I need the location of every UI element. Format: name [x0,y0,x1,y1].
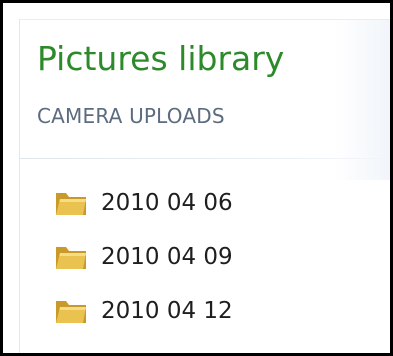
folder-icon [53,241,89,273]
folder-item[interactable]: 2010 04 09 [53,237,353,277]
header-fade [334,20,390,180]
folder-icon [53,187,89,219]
folder-name: 2010 04 12 [101,298,233,324]
header-divider [19,158,390,159]
folder-name: 2010 04 09 [101,244,233,270]
explorer-window: Pictures library CAMERA UPLOADS 2010 04 … [0,0,393,356]
folder-item[interactable]: 2010 04 06 [53,183,353,223]
folder-item[interactable]: 2010 04 12 [53,291,353,331]
library-title: Pictures library [37,39,285,78]
folder-icon [53,295,89,327]
library-subtitle: CAMERA UPLOADS [37,104,225,128]
folder-name: 2010 04 06 [101,190,233,216]
